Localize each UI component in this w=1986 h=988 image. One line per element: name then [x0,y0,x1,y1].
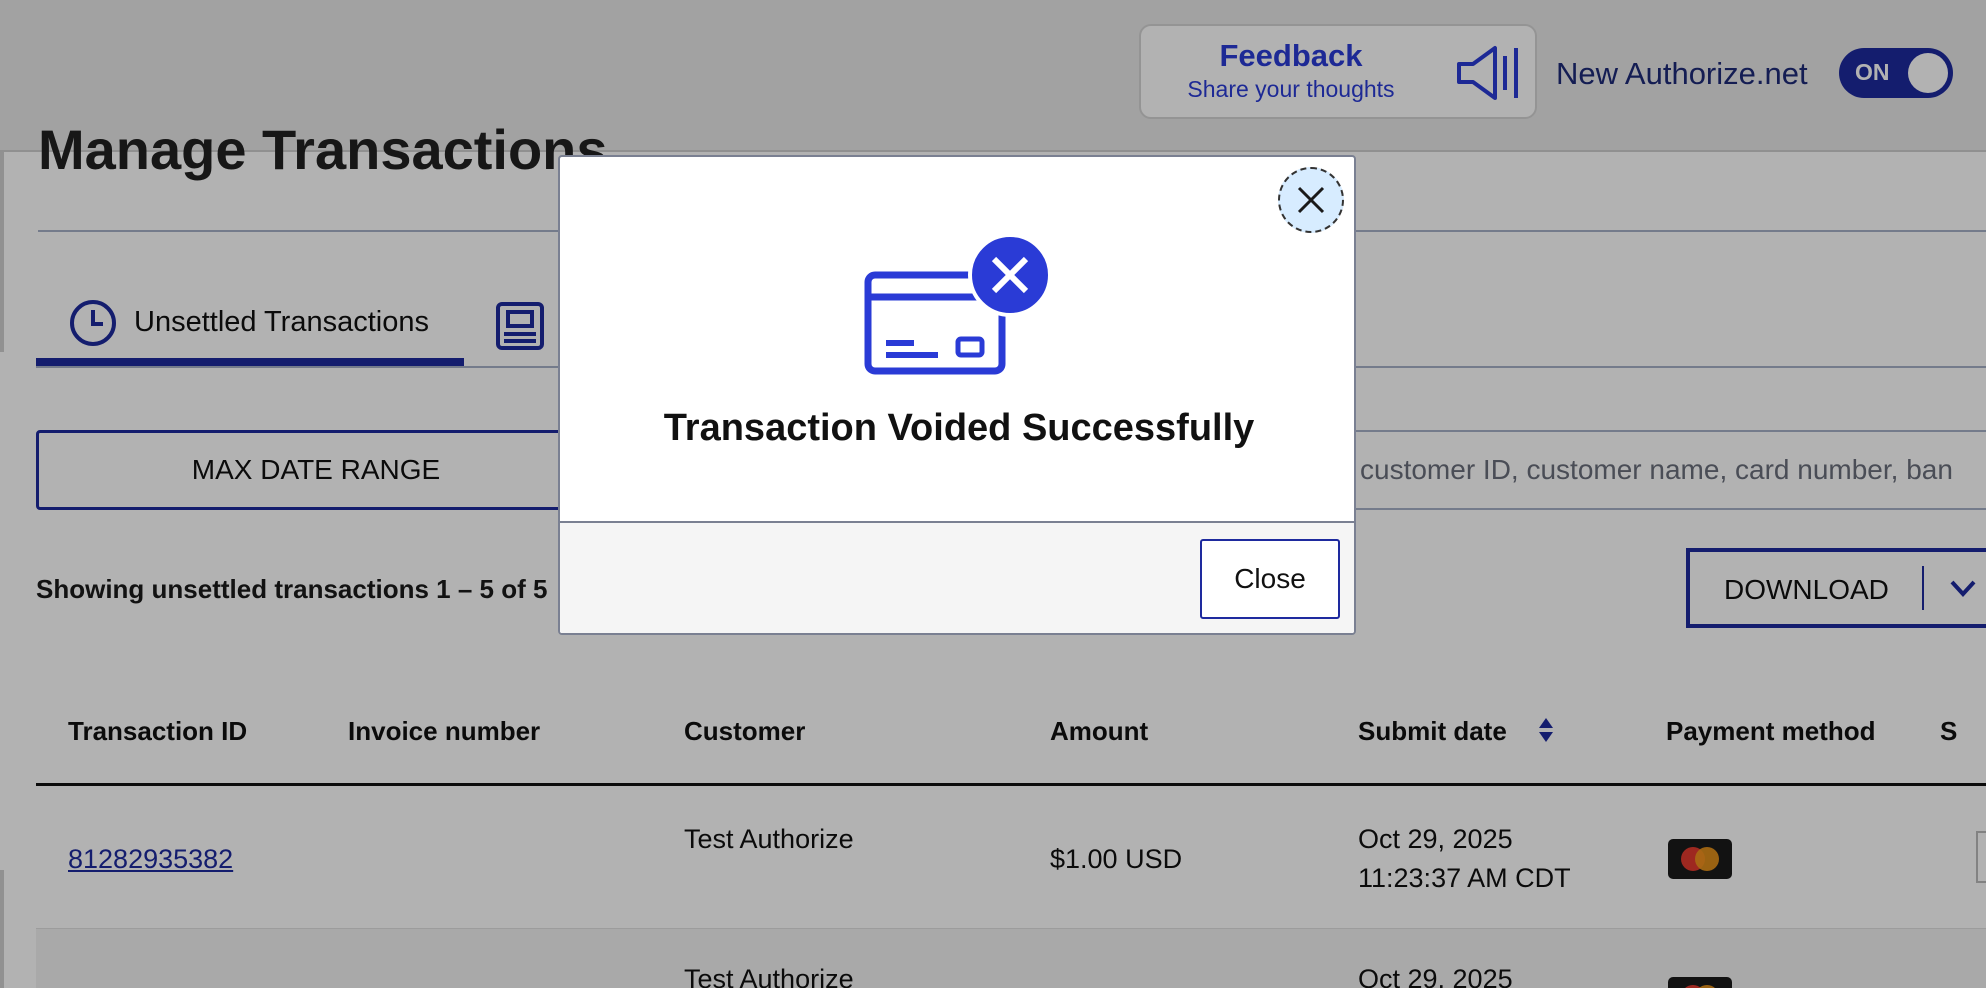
close-icon [1297,186,1325,214]
dialog-title: Transaction Voided Successfully [663,407,1255,449]
void-success-dialog: Transaction Voided Successfully Close [558,155,1356,635]
card-void-icon [864,233,1052,375]
dialog-close-button[interactable] [1278,167,1344,233]
close-button[interactable]: Close [1200,539,1340,619]
dialog-footer: Close [560,521,1354,633]
